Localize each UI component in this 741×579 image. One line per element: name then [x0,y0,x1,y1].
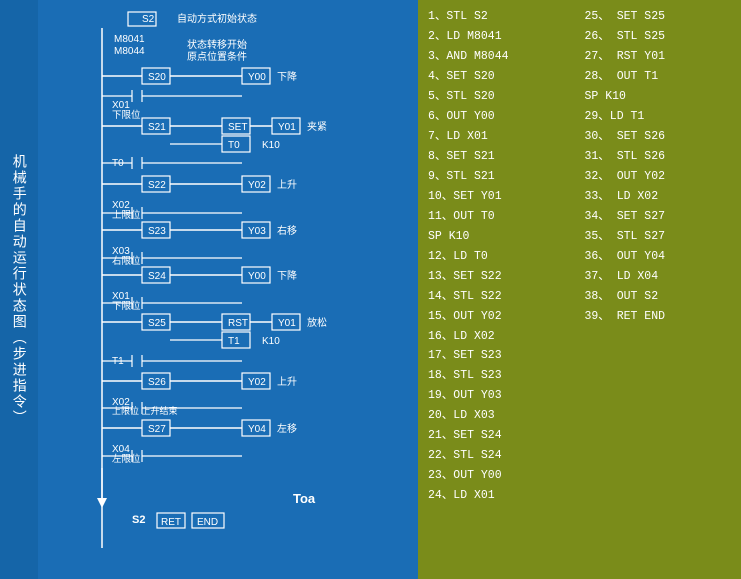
code-column-2: 25、 SET S2526、 STL S2527、 RST Y0128、 OUT… [585,8,732,571]
code-line: 1、STL S2 [428,8,575,27]
svg-text:S24: S24 [148,271,166,282]
code-line: 11、OUT T0 [428,208,575,227]
svg-text:右移: 右移 [277,224,297,237]
code-line: 4、SET S20 [428,68,575,87]
svg-text:M8044: M8044 [114,46,145,57]
svg-text:S26: S26 [148,377,166,388]
code-line: 25、 SET S25 [585,8,732,27]
code-line: 6、OUT Y00 [428,108,575,127]
svg-text:上限位: 上限位 [112,209,141,221]
code-line: 19、OUT Y03 [428,387,575,406]
code-line: 15、OUT Y02 [428,308,575,327]
svg-text:自动方式初始状态: 自动方式初始状态 [177,12,257,25]
svg-text:状态转移开始: 状态转移开始 [187,38,247,51]
svg-text:Y00: Y00 [248,72,266,83]
code-line: 33、 LD X02 [585,188,732,207]
svg-text:夹紧: 夹紧 [307,120,327,133]
svg-text:S21: S21 [148,122,166,133]
code-line: 23、OUT Y00 [428,467,575,486]
svg-text:左限位: 左限位 [112,453,141,465]
code-line: 39、 RET END [585,308,732,327]
code-line: SP K10 [428,228,575,247]
code-line: 31、 STL S26 [585,148,732,167]
code-line: 21、SET S24 [428,427,575,446]
code-line: 37、 LD X04 [585,268,732,287]
svg-text:上升: 上升 [277,376,297,388]
code-line: 26、 STL S25 [585,28,732,47]
svg-text:T1: T1 [228,336,240,347]
diagram-area: S2 自动方式初始状态 M8041 M8044 状态转移开始 原点位置条件 S2… [38,0,418,579]
code-columns: 1、STL S22、LD M80413、AND M80444、SET S205、… [428,8,731,571]
svg-text:Y03: Y03 [248,226,266,237]
svg-text:K10: K10 [262,140,280,151]
svg-text:Y02: Y02 [248,377,266,388]
svg-text:S27: S27 [148,424,166,435]
code-line: 30、 SET S26 [585,128,732,147]
code-line: 36、 OUT Y04 [585,248,732,267]
svg-text:下限位: 下限位 [112,300,141,312]
svg-text:右限位: 右限位 [112,255,141,267]
code-line: 18、STL S23 [428,367,575,386]
svg-text:Y01: Y01 [278,122,296,133]
ladder-diagram: S2 自动方式初始状态 M8041 M8044 状态转移开始 原点位置条件 S2… [42,8,418,571]
code-line: 20、LD X03 [428,407,575,426]
code-line: 7、LD X01 [428,128,575,147]
svg-text:S22: S22 [148,180,166,191]
code-line: SP K10 [585,88,732,107]
svg-text:M8041: M8041 [114,34,145,45]
code-line: 2、LD M8041 [428,28,575,47]
code-line: 38、 OUT S2 [585,288,732,307]
ladder-svg: S2 自动方式初始状态 M8041 M8044 状态转移开始 原点位置条件 S2… [42,8,418,571]
svg-text:S23: S23 [148,226,166,237]
code-line: 5、STL S20 [428,88,575,107]
code-line: 8、SET S21 [428,148,575,167]
svg-text:Toa: Toa [293,491,316,506]
svg-text:下限位: 下限位 [112,109,141,121]
svg-text:S20: S20 [148,72,166,83]
svg-text:T0: T0 [228,140,240,151]
svg-text:S2: S2 [142,14,155,25]
svg-text:上限位 上升结束: 上限位 上升结束 [112,405,178,416]
code-line: 27、 RST Y01 [585,48,732,67]
code-area: 1、STL S22、LD M80413、AND M80444、SET S205、… [418,0,741,579]
svg-text:左移: 左移 [277,422,297,435]
code-line: 34、 SET S27 [585,208,732,227]
code-line: 29、LD T1 [585,108,732,127]
code-line: 17、SET S23 [428,347,575,366]
svg-text:下降: 下降 [277,269,297,282]
svg-text:S2: S2 [132,514,145,526]
code-line: 12、LD T0 [428,248,575,267]
code-line: 35、 STL S27 [585,228,732,247]
svg-text:放松: 放松 [307,316,327,329]
sidebar-label: 机械手的自动运行状态图（步进指令） [9,154,29,426]
svg-text:Y00: Y00 [248,271,266,282]
code-column-1: 1、STL S22、LD M80413、AND M80444、SET S205、… [428,8,575,571]
svg-text:Y04: Y04 [248,424,266,435]
svg-text:K10: K10 [262,336,280,347]
svg-text:Y01: Y01 [278,318,296,329]
svg-text:S25: S25 [148,318,166,329]
svg-text:下降: 下降 [277,70,297,83]
code-line: 22、STL S24 [428,447,575,466]
svg-text:SET: SET [228,122,247,133]
sidebar: 机械手的自动运行状态图（步进指令） [0,0,38,579]
svg-text:RST: RST [228,318,248,329]
code-line: 10、SET Y01 [428,188,575,207]
code-line: 24、LD X01 [428,487,575,506]
code-line: 16、LD X02 [428,328,575,347]
svg-text:原点位置条件: 原点位置条件 [187,50,247,63]
svg-text:END: END [197,517,218,528]
code-line: 3、AND M8044 [428,48,575,67]
svg-text:Y02: Y02 [248,180,266,191]
code-line: 13、SET S22 [428,268,575,287]
code-line: 14、STL S22 [428,288,575,307]
code-line: 32、 OUT Y02 [585,168,732,187]
svg-text:上升: 上升 [277,179,297,191]
code-line: 9、STL S21 [428,168,575,187]
svg-text:RET: RET [161,517,181,528]
code-line: 28、 OUT T1 [585,68,732,87]
